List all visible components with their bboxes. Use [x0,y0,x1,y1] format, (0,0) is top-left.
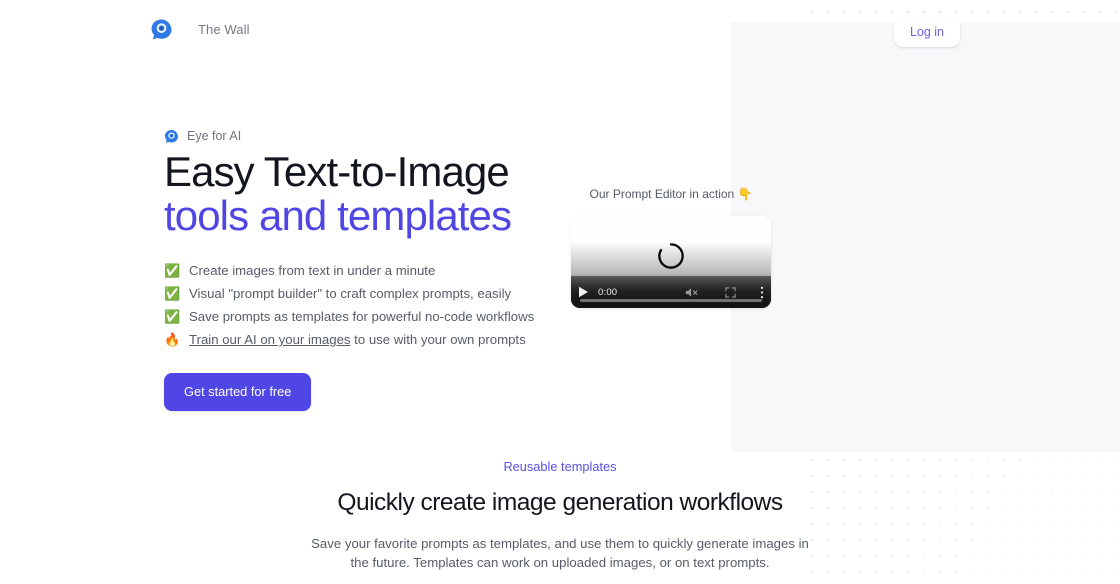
fullscreen-icon[interactable] [725,286,736,298]
video-time-label: 0:00 [598,286,618,298]
media-caption: Our Prompt Editor in action 👇 [589,187,753,201]
brand-logo-link[interactable] [150,18,173,41]
primary-nav: The Wall [198,22,250,38]
hero-title-line-1: Easy Text-to-Image [164,148,510,195]
loading-spinner-icon [658,243,684,270]
feature-text: Create images from text in under a minut… [189,263,436,278]
list-item: ✅ Visual "prompt builder" to craft compl… [164,283,584,305]
page-title: Easy Text-to-Image tools and templates [164,148,584,239]
login-button[interactable]: Log in [893,17,960,47]
check-mark-icon: ✅ [164,309,181,324]
hero-eyebrow-label: Eye for AI [187,129,242,143]
eye-logo-icon [165,129,178,143]
muted-speaker-icon[interactable] [685,286,699,299]
list-item: ✅ Save prompts as templates for powerful… [164,306,584,328]
hero-copy: Eye for AI Easy Text-to-Image tools and … [164,128,584,411]
hero-eyebrow: Eye for AI [164,128,584,144]
check-mark-icon: ✅ [164,286,181,301]
train-ai-link[interactable]: Train our AI on your images [189,332,351,347]
check-mark-icon: ✅ [164,263,181,278]
feature-list: ✅ Create images from text in under a min… [164,260,584,351]
section-body: Save your favorite prompts as templates,… [311,536,809,570]
fire-icon: 🔥 [164,332,181,347]
hero-media: Our Prompt Editor in action 👇 0:00 [571,186,771,308]
hero-title-line-2: tools and templates [164,192,512,239]
feature-text: Visual "prompt builder" to craft complex… [189,286,512,301]
hero-section: Eye for AI Easy Text-to-Image tools and … [0,0,1120,452]
site-header: The Wall Log in [0,0,1120,60]
templates-section: Reusable templates Quickly create image … [0,452,1120,572]
play-icon[interactable] [578,286,589,298]
kebab-menu-icon[interactable] [760,286,764,299]
feature-text-with-link: Train our AI on your images to use with … [189,329,526,351]
list-item: 🔥 Train our AI on your images to use wit… [164,329,584,351]
video-progress-bar[interactable] [580,299,762,302]
feature-text: Save prompts as templates for powerful n… [189,309,535,324]
video-controls: 0:00 [571,276,771,308]
video-player[interactable]: 0:00 [571,216,771,308]
get-started-button[interactable]: Get started for free [164,373,312,411]
section-eyebrow: Reusable templates [503,459,617,474]
feature-text-tail: to use with your own prompts [350,332,526,347]
eye-logo-icon [151,19,172,40]
nav-link-the-wall[interactable]: The Wall [198,22,250,38]
list-item: ✅ Create images from text in under a min… [164,260,584,282]
section-title: Quickly create image generation workflow… [337,489,783,516]
